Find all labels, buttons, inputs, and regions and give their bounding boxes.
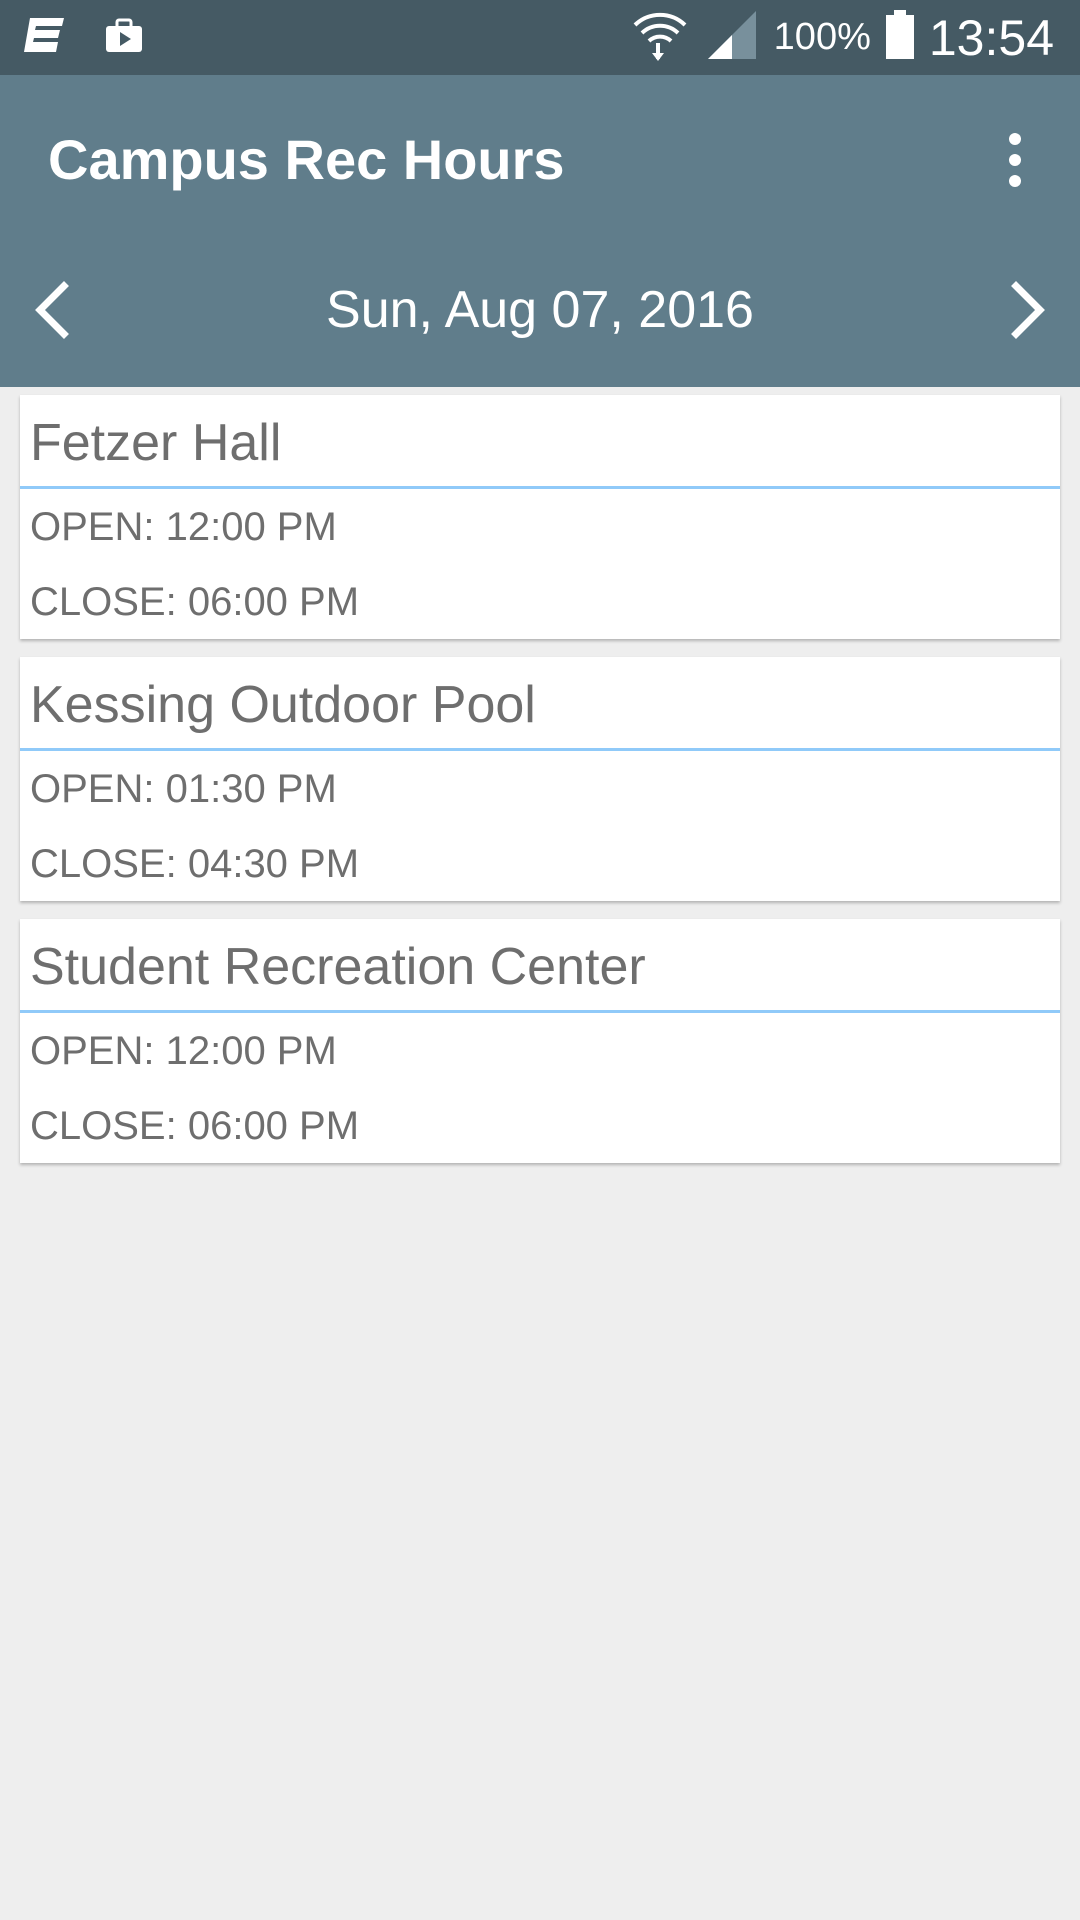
status-time: 13:54 (928, 9, 1054, 66)
status-bar: 100% 13:54 (0, 0, 1080, 75)
facility-name: Student Recreation Center (30, 938, 646, 996)
chevron-right-icon (1011, 281, 1045, 339)
open-time: OPEN: 01:30 PM (30, 767, 337, 811)
more-vert-icon (1009, 133, 1021, 145)
messaging-icon (22, 12, 70, 65)
overflow-menu-button[interactable] (980, 125, 1050, 195)
facility-card[interactable]: Kessing Outdoor Pool OPEN: 01:30 PM CLOS… (20, 657, 1060, 901)
status-icons-left (22, 12, 148, 65)
current-date: Sun, Aug 07, 2016 (326, 281, 754, 339)
close-time: CLOSE: 06:00 PM (30, 1104, 360, 1148)
close-time: CLOSE: 06:00 PM (30, 580, 360, 624)
facility-name: Kessing Outdoor Pool (30, 676, 536, 734)
screen: 100% 13:54 Campus Rec Hours Sun, Aug 07,… (0, 0, 1080, 1920)
card-divider (20, 748, 1060, 751)
next-day-button[interactable] (978, 265, 1078, 355)
facility-list: Fetzer Hall OPEN: 12:00 PM CLOSE: 06:00 … (20, 395, 1060, 1181)
open-time: OPEN: 12:00 PM (30, 1029, 337, 1073)
briefcase-icon (100, 12, 148, 65)
battery-icon (885, 10, 915, 65)
signal-icon (704, 7, 760, 68)
status-icons-right: 100% 13:54 (630, 0, 1054, 75)
card-divider (20, 486, 1060, 489)
facility-name: Fetzer Hall (30, 414, 282, 472)
facility-card[interactable]: Student Recreation Center OPEN: 12:00 PM… (20, 919, 1060, 1163)
close-time: CLOSE: 04:30 PM (30, 842, 360, 886)
date-navigator: Sun, Aug 07, 2016 (0, 265, 1080, 355)
app-title: Campus Rec Hours (48, 128, 565, 191)
facility-card[interactable]: Fetzer Hall OPEN: 12:00 PM CLOSE: 06:00 … (20, 395, 1060, 639)
wifi-icon (630, 7, 690, 68)
battery-percent: 100% (773, 16, 871, 58)
card-divider (20, 1010, 1060, 1013)
app-bar: Campus Rec Hours Sun, Aug 07, 2016 (0, 75, 1080, 387)
open-time: OPEN: 12:00 PM (30, 505, 337, 549)
